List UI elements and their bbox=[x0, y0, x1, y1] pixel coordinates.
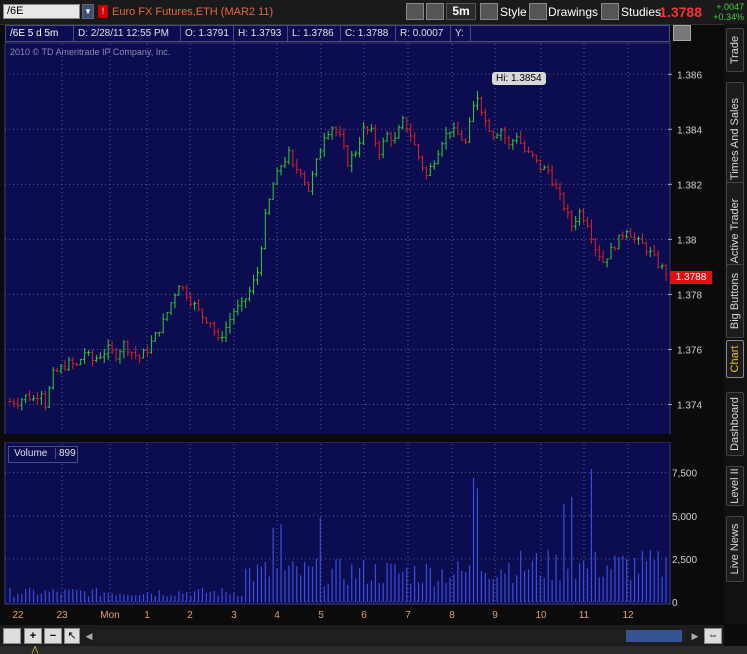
copyright-text: 2010 © TD Ameritrade IP Company, Inc. bbox=[10, 47, 171, 57]
time-scrollbar-thumb[interactable] bbox=[626, 630, 682, 642]
volume-tick-label: 5,000 bbox=[672, 512, 697, 523]
tab-trade[interactable]: Trade bbox=[726, 28, 744, 72]
tab-big-buttons[interactable]: Big Buttons bbox=[726, 264, 744, 338]
symbol-description: Euro FX Futures,ETH (MAR2 11) bbox=[112, 6, 274, 18]
scroll-left-icon[interactable]: ◀ bbox=[84, 628, 94, 644]
panel-separator[interactable] bbox=[0, 434, 724, 442]
side-tab-bar: Trade Times And Sales Active Trader Big … bbox=[724, 24, 747, 624]
symbol-input[interactable]: /6E bbox=[3, 4, 80, 19]
time-tick-label: Mon bbox=[100, 610, 119, 621]
crosshair-icon[interactable] bbox=[406, 3, 424, 20]
tab-times-and-sales[interactable]: Times And Sales bbox=[726, 82, 744, 196]
tab-live-news[interactable]: Live News bbox=[726, 516, 744, 582]
style-button[interactable]: Style bbox=[500, 5, 527, 19]
last-price: 1.3788 bbox=[659, 4, 702, 20]
price-tick-label: 1.376 bbox=[677, 345, 702, 356]
chart-area[interactable]: 1.3741.3761.3781.381.3821.3841.38622 23 Mo… bbox=[0, 24, 724, 625]
tab-level-ii[interactable]: Level II bbox=[726, 466, 744, 506]
volume-header: Volume 899 bbox=[8, 446, 78, 463]
time-tick-label: 10 bbox=[535, 610, 547, 621]
zoom-in-icon[interactable]: + bbox=[24, 628, 42, 644]
volume-tick-label: 2,500 bbox=[672, 555, 697, 566]
percent-change: +0.34% bbox=[713, 12, 744, 22]
volume-tick-label: 7,500 bbox=[672, 469, 697, 480]
time-tick-label: 3 bbox=[231, 610, 237, 621]
price-tick-label: 1.374 bbox=[677, 400, 702, 411]
net-change: +.0047 bbox=[716, 2, 744, 12]
high-bubble: Hi: 1.3854 bbox=[492, 72, 546, 85]
bottom-strip: ⋀ bbox=[0, 646, 747, 654]
link-icon[interactable] bbox=[426, 3, 444, 20]
volume-tick-label: 0 bbox=[672, 598, 678, 609]
time-tick-label: 7 bbox=[405, 610, 411, 621]
tab-dashboard[interactable]: Dashboard bbox=[726, 392, 744, 456]
price-panel bbox=[4, 42, 671, 454]
time-tick-label: 5 bbox=[318, 610, 324, 621]
volume-value: 899 bbox=[55, 448, 76, 459]
toolbar: /6E ▼ ! Euro FX Futures,ETH (MAR2 11) 5m… bbox=[0, 0, 747, 25]
scroll-right-icon[interactable]: ▶ bbox=[690, 628, 700, 644]
price-tick-label: 1.38 bbox=[677, 235, 697, 246]
time-tick-label: 22 bbox=[12, 610, 24, 621]
time-tick-label: 23 bbox=[56, 610, 68, 621]
time-tick-label: 6 bbox=[361, 610, 367, 621]
volume-panel bbox=[4, 441, 671, 605]
cursor-icon[interactable]: ↖ bbox=[64, 628, 80, 644]
zoom-out-icon[interactable]: − bbox=[44, 628, 62, 644]
price-tick-label: 1.378 bbox=[677, 290, 702, 301]
volume-label: Volume bbox=[14, 448, 48, 459]
drawings-button[interactable]: Drawings bbox=[548, 5, 598, 19]
last-price-tag: 1.3788 bbox=[670, 271, 712, 284]
time-tick-label: 12 bbox=[622, 610, 634, 621]
price-tick-label: 1.382 bbox=[677, 180, 702, 191]
chart-navigation-bar: + − ↖ ◀ ▶ ⇔ bbox=[0, 625, 724, 647]
pan-icon[interactable] bbox=[3, 628, 21, 644]
collapse-icon[interactable]: ⋀ bbox=[28, 646, 42, 654]
time-scrollbar-track[interactable] bbox=[96, 630, 686, 642]
drawings-icon[interactable] bbox=[529, 3, 547, 20]
alert-icon[interactable]: ! bbox=[98, 5, 108, 18]
price-tick-label: 1.386 bbox=[677, 70, 702, 81]
symbol-dropdown-icon[interactable]: ▼ bbox=[82, 4, 94, 19]
aggregation-button[interactable]: 5m bbox=[446, 3, 476, 20]
studies-icon[interactable] bbox=[601, 3, 619, 20]
time-tick-label: 1 bbox=[144, 610, 150, 621]
style-icon[interactable] bbox=[480, 3, 498, 20]
time-tick-label: 9 bbox=[492, 610, 498, 621]
price-tick-label: 1.384 bbox=[677, 125, 702, 136]
time-tick-label: 8 bbox=[449, 610, 455, 621]
time-tick-label: 4 bbox=[274, 610, 280, 621]
time-tick-label: 2 bbox=[187, 610, 193, 621]
tab-chart[interactable]: Chart bbox=[726, 340, 744, 378]
time-tick-label: 11 bbox=[579, 610, 590, 621]
studies-button[interactable]: Studies bbox=[621, 5, 661, 19]
expand-icon[interactable]: ⇔ bbox=[704, 628, 722, 644]
